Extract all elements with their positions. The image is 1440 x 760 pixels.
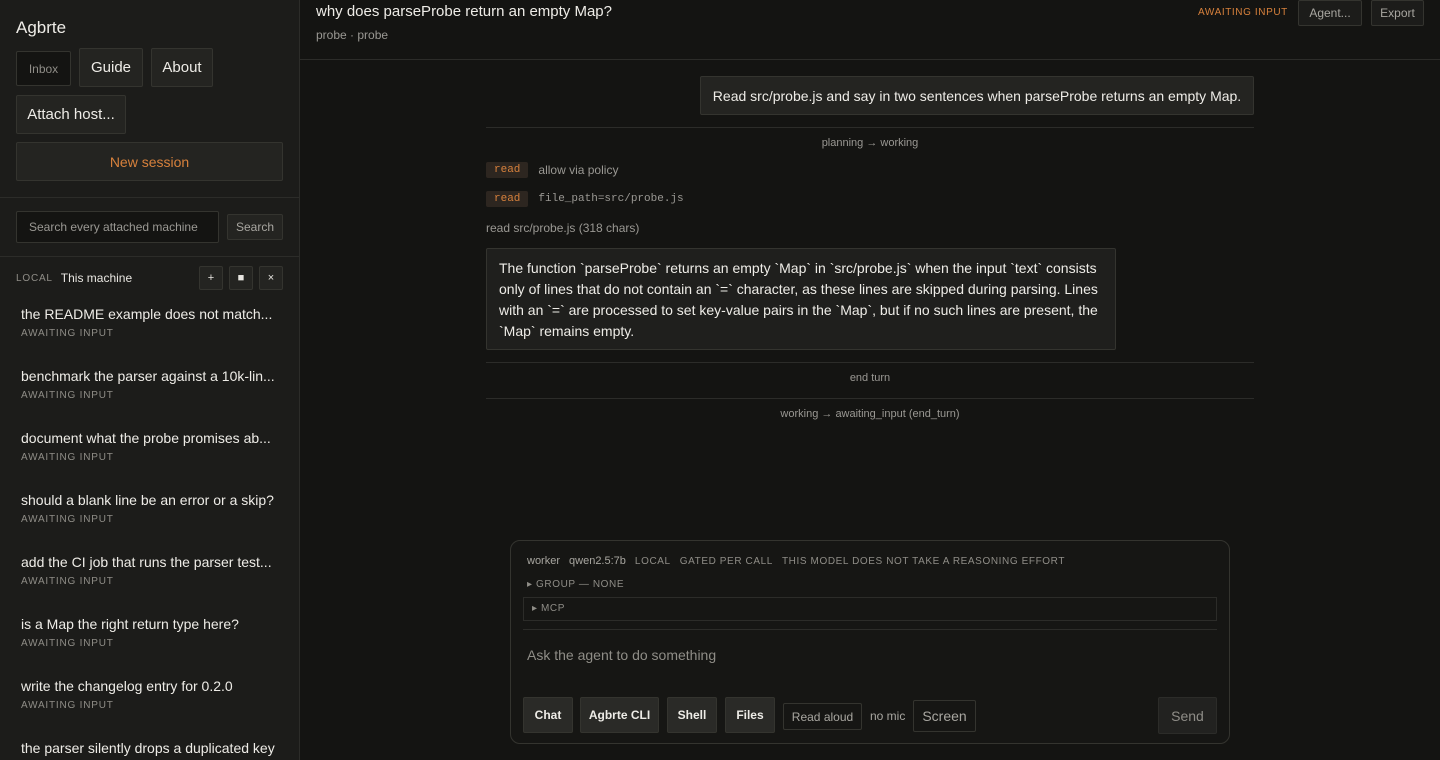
session-title: the parser silently drops a duplicated k… (21, 740, 275, 756)
state-transition: working → awaiting_input (end_turn) (780, 408, 960, 420)
session-list-item[interactable]: should a blank line be an error or a ski… (0, 486, 299, 548)
app-root: Agbrte Inbox Guide About Attach host... … (0, 0, 1440, 760)
tool-text: allow via policy (538, 163, 619, 177)
tool-result-note: read src/probe.js (318 chars) (486, 221, 640, 235)
model-label[interactable]: qwen2.5:7b (569, 555, 626, 567)
mode-chat-button[interactable]: Chat (523, 697, 573, 733)
session-status: AWAITING INPUT (21, 700, 114, 711)
status-badge: AWAITING INPUT (1198, 7, 1288, 18)
screen-button[interactable]: Screen (913, 700, 976, 732)
tool-tag: read (486, 191, 529, 207)
session-title: add the CI job that runs the parser test… (21, 554, 272, 570)
composer-divider (523, 629, 1217, 630)
attach-host-button[interactable]: Attach host... (16, 95, 126, 134)
read-aloud-button[interactable]: Read aloud (783, 703, 862, 730)
session-title: write the changelog entry for 0.2.0 (21, 678, 233, 694)
session-status: AWAITING INPUT (21, 390, 114, 401)
export-button[interactable]: Export (1371, 0, 1424, 26)
mcp-toggle[interactable]: ▸ MCP (523, 597, 1217, 621)
mode-files-button[interactable]: Files (725, 697, 775, 733)
state-transition: planning → working (821, 137, 919, 149)
composer: worker qwen2.5:7b LOCAL GATED PER CALL T… (510, 540, 1230, 744)
session-status: AWAITING INPUT (21, 452, 114, 463)
sidebar-divider (0, 197, 299, 198)
end-turn-label: end turn (849, 372, 891, 384)
session-list-item[interactable]: the parser silently drops a duplicated k… (0, 734, 299, 760)
new-session-button[interactable]: New session (16, 142, 283, 181)
composer-meta: worker qwen2.5:7b LOCAL GATED PER CALL T… (527, 555, 1074, 567)
machine-locality-tag: LOCAL (16, 272, 53, 284)
session-title: document what the probe promises ab... (21, 430, 271, 446)
turn-divider (486, 127, 1254, 128)
brand-title: Agbrte (16, 18, 67, 37)
group-toggle[interactable]: ▸ GROUP — NONE (527, 579, 624, 590)
machine-name: This machine (60, 271, 133, 285)
session-status: AWAITING INPUT (21, 514, 114, 525)
session-title: benchmark the parser against a 10k-lin..… (21, 368, 275, 384)
sidebar: Agbrte Inbox Guide About Attach host... … (0, 0, 300, 760)
prompt-input[interactable] (527, 643, 1207, 667)
session-title: is a Map the right return type here? (21, 616, 239, 632)
mode-cli-button[interactable]: Agbrte CLI (580, 697, 659, 733)
search-input[interactable] (16, 211, 219, 243)
breadcrumb: probe · probe (316, 28, 389, 42)
close-icon[interactable]: × (259, 266, 283, 290)
session-title: should a blank line be an error or a ski… (21, 492, 274, 508)
nav-about-button[interactable]: About (151, 48, 213, 87)
session-title: the README example does not match... (21, 306, 273, 322)
session-list-item[interactable]: add the CI job that runs the parser test… (0, 548, 299, 610)
nav-guide-button[interactable]: Guide (79, 48, 143, 87)
session-list-item[interactable]: benchmark the parser against a 10k-lin..… (0, 362, 299, 424)
add-icon[interactable]: + (199, 266, 223, 290)
session-status: AWAITING INPUT (21, 328, 114, 339)
worker-label[interactable]: worker (527, 555, 560, 567)
session-status: AWAITING INPUT (21, 576, 114, 587)
agent-button[interactable]: Agent... (1298, 0, 1362, 26)
turn-divider (486, 362, 1254, 363)
turn-divider (486, 398, 1254, 399)
session-list-item[interactable]: write the changelog entry for 0.2.0 AWAI… (0, 672, 299, 734)
user-message: Read src/probe.js and say in two sentenc… (700, 76, 1254, 115)
tool-tag: read (486, 162, 529, 178)
mode-shell-button[interactable]: Shell (667, 697, 717, 733)
tool-text: file_path=src/probe.js (538, 193, 684, 205)
page-title: why does parseProbe return an empty Map? (316, 3, 612, 20)
session-list: the README example does not match... AWA… (0, 300, 299, 760)
mic-status: no mic (870, 709, 906, 723)
send-button[interactable]: Send (1158, 697, 1217, 734)
session-list-item[interactable]: is a Map the right return type here? AWA… (0, 610, 299, 672)
reasoning-label: THIS MODEL DOES NOT TAKE A REASONING EFF… (781, 555, 1066, 567)
header-divider (300, 59, 1440, 60)
stop-icon[interactable]: ■ (229, 266, 253, 290)
sidebar-divider (0, 256, 299, 257)
session-list-item[interactable]: document what the probe promises ab... A… (0, 424, 299, 486)
tool-call-row: read allow via policy (486, 162, 618, 178)
tool-call-row: read file_path=src/probe.js (486, 191, 684, 207)
session-status: AWAITING INPUT (21, 638, 114, 649)
gating-label: GATED PER CALL (679, 555, 773, 567)
nav-inbox-button[interactable]: Inbox (16, 51, 71, 86)
main-panel: why does parseProbe return an empty Map?… (300, 0, 1440, 760)
session-list-item[interactable]: the README example does not match... AWA… (0, 300, 299, 362)
assistant-message: The function `parseProbe` returns an emp… (486, 248, 1116, 350)
machine-header: LOCAL This machine + ■ × (16, 266, 283, 290)
locality-label: LOCAL (634, 555, 671, 567)
search-button[interactable]: Search (227, 214, 283, 240)
